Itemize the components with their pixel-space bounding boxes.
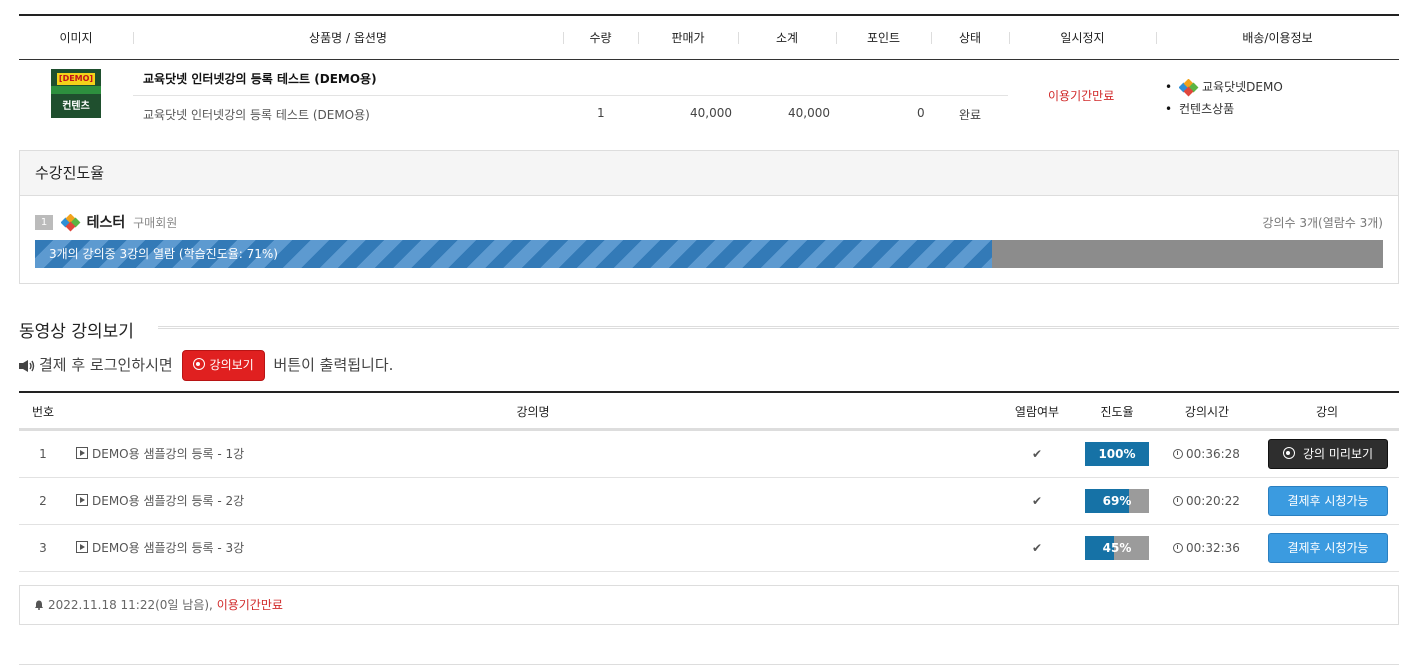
header-lecture-name: 강의명 [516,405,550,419]
header-qty: 수량 [589,31,612,45]
product-option: 교육닷넷 인터넷강의 등록 테스트 (DEMO용) [143,108,370,122]
learner-role: 구매회원 [133,215,178,230]
lecture-number: 3 [39,541,47,555]
pause-status: 이용기간만료 [1048,89,1115,103]
company-logo-icon [1179,78,1199,96]
video-notice: 결제 후 로그인하시면 강의보기 버튼이 출력됩니다. [19,350,393,382]
preview-lecture-button[interactable]: 강의 미리보기 [1268,439,1388,469]
lecture-title[interactable]: DEMO용 샘플강의 등록 - 1강 [76,431,244,477]
header-status: 상태 [958,31,982,45]
learner-name: 테스터 [86,214,126,231]
bell-icon [35,600,43,610]
watch-after-payment-button[interactable]: 결제후 시청가능 [1268,486,1388,516]
header-progress: 진도율 [1100,405,1134,419]
header-price: 판매가 [671,31,705,45]
viewed-check-icon: ✔ [1031,541,1043,555]
price: 40,000 [690,106,732,120]
learner-info: 1 테스터 구매회원 [35,213,177,231]
point: 0 [917,106,925,120]
product-title[interactable]: 교육닷넷 인터넷강의 등록 테스트 (DEMO용) [143,70,377,87]
header-shipping: 배송/이용정보 [1242,31,1313,45]
header-pause: 일시정지 [1060,31,1105,45]
header-subtotal: 소계 [775,31,799,45]
shipping-type: 컨텐츠상품 [1165,98,1283,120]
lecture-count: 강의수 3개(열람수 3개) [1262,216,1383,230]
lecture-time: 00:20:22 [1173,478,1240,524]
expiry-status: 이용기간만료 [216,598,283,612]
header-no: 번호 [31,405,55,419]
notice-text-before: 결제 후 로그인하시면 [39,356,173,374]
order-row: [DEMO] 컨텐츠 교육닷넷 인터넷강의 등록 테스트 (DEMO용) 교육닷… [19,60,1399,181]
order-table: 이미지 상품명 / 옵션명 수량 판매가 소계 포인트 상태 일시정지 배송/이… [19,14,1399,181]
lecture-view-button[interactable]: 강의보기 [181,350,265,381]
play-icon [76,541,88,553]
lecture-number: 2 [39,494,47,508]
notice-text-after: 버튼이 출력됩니다. [273,356,394,374]
progress-title: 수강진도율 [20,151,1398,196]
clock-icon [1173,496,1183,506]
play-circle-icon [192,358,205,370]
header-viewed: 열람여부 [1014,405,1060,419]
lecture-row: 2 DEMO용 샘플강의 등록 - 2강 ✔ 69% 00:20:22 결제후 … [19,478,1399,525]
shipping-info: 교육닷넷DEMO 컨텐츠상품 [1165,76,1283,120]
viewed-check-icon: ✔ [1031,494,1043,508]
play-icon [76,447,88,459]
thumbnail-label: 컨텐츠 [62,101,90,112]
progress-box: 수강진도율 1 테스터 구매회원 강의수 3개(열람수 3개) 3개의 강의중 … [19,150,1399,284]
viewed-check-icon: ✔ [1031,447,1043,461]
play-icon [76,494,88,506]
lecture-row: 3 DEMO용 샘플강의 등록 - 3강 ✔ 45% 00:32:36 결제후 … [19,525,1399,572]
overall-progress-bar: 3개의 강의중 3강의 열람 (학습진도율: 71%) [35,240,1383,268]
lecture-title[interactable]: DEMO용 샘플강의 등록 - 2강 [76,478,244,524]
thumbnail-tag: [DEMO] [57,73,95,85]
lecture-progress-bar: 45% [1085,536,1149,560]
user-logo-icon [60,213,81,231]
order-table-header: 이미지 상품명 / 옵션명 수량 판매가 소계 포인트 상태 일시정지 배송/이… [19,16,1399,60]
lecture-time: 00:32:36 [1173,525,1240,571]
header-image: 이미지 [59,31,93,45]
watch-after-payment-button[interactable]: 결제후 시청가능 [1268,533,1388,563]
learner-number: 1 [35,215,53,230]
lecture-time: 00:36:28 [1173,431,1240,477]
lecture-table-header: 번호 강의명 열람여부 진도율 강의시간 강의 [19,393,1399,431]
lecture-progress-bar: 100% [1085,442,1149,466]
quantity: 1 [597,106,605,120]
video-section-title: 동영상 강의보기 [19,322,134,342]
speaker-icon [19,359,35,372]
expiry-date: 2022.11.18 11:22(0일 남음), [48,598,213,612]
header-lecture: 강의 [1315,405,1339,419]
header-point: 포인트 [866,31,901,45]
shipping-seller: 교육닷넷DEMO [1165,76,1283,98]
lecture-table: 번호 강의명 열람여부 진도율 강의시간 강의 1 DEMO용 샘플강의 등록 … [19,391,1399,572]
lecture-number: 1 [39,447,47,461]
product-thumbnail[interactable]: [DEMO] 컨텐츠 [51,69,101,118]
lecture-progress-bar: 69% [1085,489,1149,513]
subtotal: 40,000 [788,106,830,120]
expiry-info: 2022.11.18 11:22(0일 남음), 이용기간만료 [19,585,1399,625]
clock-icon [1173,449,1183,459]
header-product: 상품명 / 옵션명 [309,31,387,45]
lecture-title[interactable]: DEMO용 샘플강의 등록 - 3강 [76,525,244,571]
status: 완료 [959,108,982,122]
header-time: 강의시간 [1184,405,1230,419]
lecture-row: 1 DEMO용 샘플강의 등록 - 1강 ✔ 100% 00:36:28 강의 … [19,431,1399,478]
play-circle-icon [1282,447,1295,459]
clock-icon [1173,543,1183,553]
overall-progress-text: 3개의 강의중 3강의 열람 (학습진도율: 71%) [49,247,278,261]
